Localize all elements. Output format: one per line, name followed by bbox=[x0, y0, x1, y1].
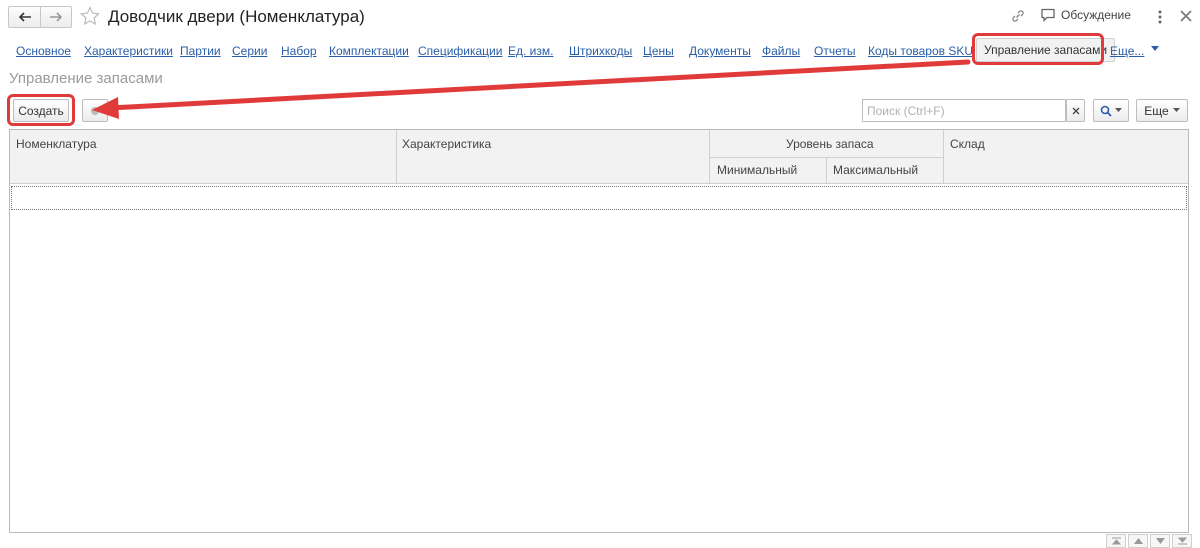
tab-documents[interactable]: Документы bbox=[689, 44, 751, 58]
tab-characteristics[interactable]: Характеристики bbox=[84, 44, 173, 58]
tab-bar: Основное Характеристики Партии Серии Наб… bbox=[0, 33, 1200, 65]
column-nomenclature[interactable]: Номенклатура bbox=[16, 137, 97, 151]
more-button-label: Еще bbox=[1144, 103, 1169, 118]
arrow-right-icon bbox=[50, 12, 63, 22]
search-clear-button[interactable] bbox=[1066, 99, 1085, 122]
paperclip-icon bbox=[91, 106, 99, 115]
column-minimum[interactable]: Минимальный bbox=[717, 163, 797, 177]
column-maximum[interactable]: Максимальный bbox=[833, 163, 918, 177]
tab-main[interactable]: Основное bbox=[16, 44, 71, 58]
tab-sku-codes[interactable]: Коды товаров SKU bbox=[868, 44, 973, 58]
column-stock-level: Уровень запаса bbox=[786, 137, 874, 151]
window-title: Доводчик двери (Номенклатура) bbox=[108, 7, 365, 26]
chat-icon bbox=[1041, 8, 1055, 22]
scroll-top-button[interactable] bbox=[1106, 534, 1126, 548]
more-button[interactable]: Еще bbox=[1136, 99, 1188, 122]
favorite-star-icon[interactable] bbox=[80, 6, 100, 26]
table-scroll-controls bbox=[1106, 534, 1194, 548]
scroll-bottom-icon bbox=[1177, 537, 1187, 545]
close-icon[interactable] bbox=[1178, 8, 1194, 24]
search-input[interactable] bbox=[862, 99, 1066, 122]
search-icon bbox=[1100, 105, 1112, 117]
discussion-button[interactable]: Обсуждение bbox=[1040, 8, 1131, 22]
discussion-label: Обсуждение bbox=[1061, 8, 1131, 22]
search-button[interactable] bbox=[1093, 99, 1129, 122]
column-divider bbox=[943, 130, 944, 184]
column-warehouse[interactable]: Склад bbox=[950, 137, 985, 151]
table-row[interactable] bbox=[11, 186, 1187, 210]
caret-down-icon bbox=[1172, 108, 1180, 112]
section-title: Управление запасами bbox=[9, 70, 163, 87]
tab-units[interactable]: Ед. изм. bbox=[508, 44, 553, 58]
tab-series[interactable]: Серии bbox=[232, 44, 267, 58]
column-divider bbox=[826, 157, 827, 184]
create-highlight-frame bbox=[7, 94, 75, 126]
attach-button[interactable] bbox=[82, 99, 108, 122]
caret-down-icon bbox=[1115, 108, 1122, 112]
tab-configurations[interactable]: Комплектации bbox=[329, 44, 409, 58]
tab-specifications[interactable]: Спецификации bbox=[418, 44, 502, 58]
scroll-up-button[interactable] bbox=[1128, 534, 1148, 548]
tab-batches[interactable]: Партии bbox=[180, 44, 221, 58]
scroll-top-icon bbox=[1111, 537, 1121, 545]
scroll-down-button[interactable] bbox=[1150, 534, 1170, 548]
scroll-up-icon bbox=[1133, 538, 1143, 544]
title-bar: Доводчик двери (Номенклатура) Обсуждение bbox=[0, 0, 1200, 36]
tab-files[interactable]: Файлы bbox=[762, 44, 800, 58]
caret-down-icon[interactable] bbox=[1150, 45, 1160, 53]
table-header: Номенклатура Характеристика Уровень запа… bbox=[10, 130, 1188, 184]
scroll-bottom-button[interactable] bbox=[1172, 534, 1192, 548]
arrow-left-icon bbox=[18, 12, 31, 22]
tab-prices[interactable]: Цены bbox=[643, 44, 674, 58]
more-vertical-icon[interactable] bbox=[1152, 8, 1168, 26]
stock-levels-table: Номенклатура Характеристика Уровень запа… bbox=[9, 129, 1189, 533]
navigation-buttons bbox=[8, 6, 72, 28]
scroll-down-icon bbox=[1155, 538, 1165, 544]
tab-more[interactable]: Еще... bbox=[1110, 44, 1144, 58]
tab-set[interactable]: Набор bbox=[281, 44, 317, 58]
clear-icon bbox=[1072, 107, 1079, 114]
tab-reports[interactable]: Отчеты bbox=[814, 44, 855, 58]
tab-highlight-frame bbox=[972, 33, 1104, 65]
link-icon[interactable] bbox=[1010, 8, 1026, 24]
column-characteristic[interactable]: Характеристика bbox=[402, 137, 491, 151]
tab-barcodes[interactable]: Штрихкоды bbox=[569, 44, 632, 58]
forward-button[interactable] bbox=[40, 7, 71, 27]
column-divider bbox=[396, 130, 397, 184]
back-button[interactable] bbox=[9, 7, 40, 27]
